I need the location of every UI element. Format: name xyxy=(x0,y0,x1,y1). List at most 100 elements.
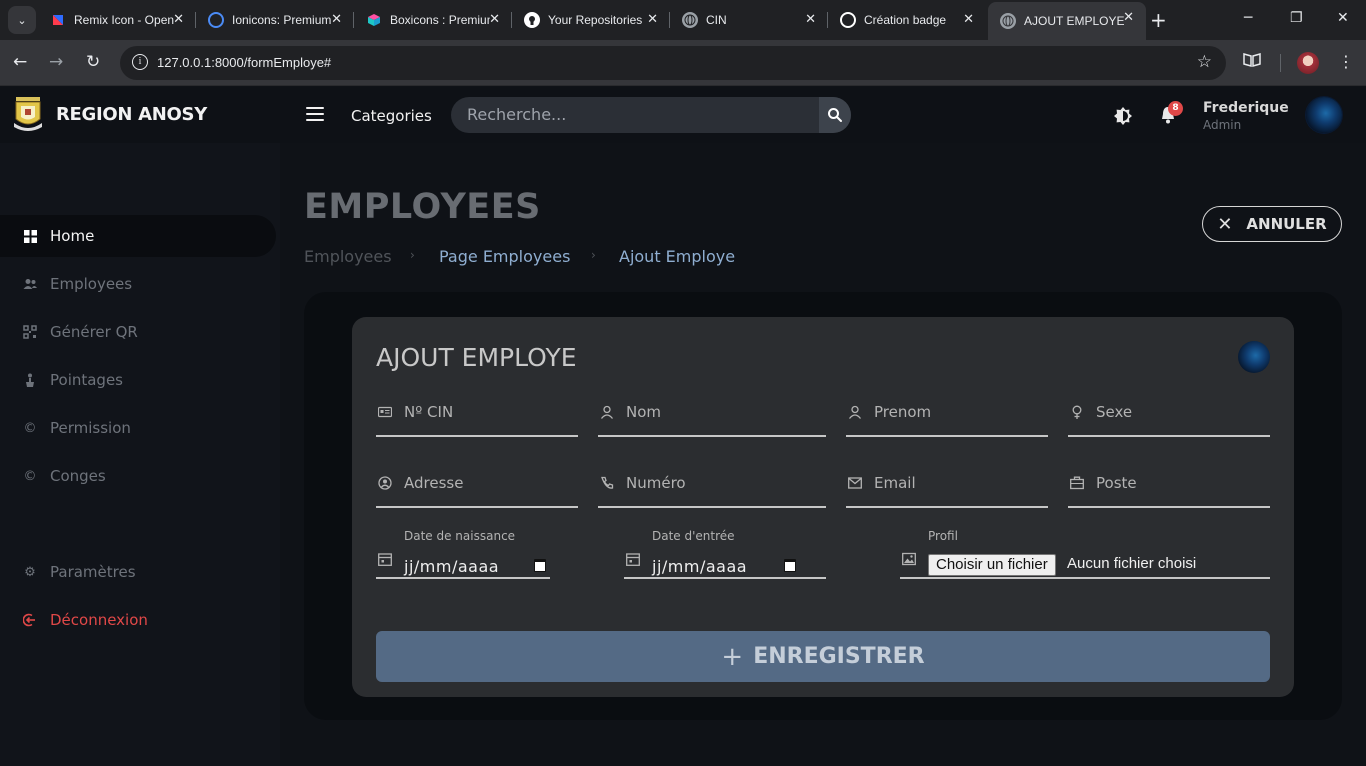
save-button[interactable]: + ENREGISTRER xyxy=(376,631,1270,682)
tab-title: AJOUT EMPLOYE xyxy=(1024,14,1124,28)
sidebar-item-label: Pointages xyxy=(50,371,124,389)
close-tab-icon[interactable]: ✕ xyxy=(963,12,974,27)
browser-tab-bar: ⌄ Remix Icon - Open ✕ Ionicons: Premium … xyxy=(0,0,1366,40)
sidebar-item-deconnexion[interactable]: Déconnexion xyxy=(10,599,276,641)
email-field[interactable]: Email xyxy=(846,464,1048,508)
browser-tab[interactable]: Boxicons : Premium ✕ xyxy=(354,4,512,36)
github-icon xyxy=(524,12,540,28)
sidebar-item-label: Conges xyxy=(50,467,106,485)
sidebar-item-generer-qr[interactable]: Générer QR xyxy=(10,311,276,353)
prenom-field[interactable]: Prenom xyxy=(846,393,1048,437)
employee-form: AJOUT EMPLOYE Nº CIN Nom Prenom Sexe Adr… xyxy=(352,317,1294,697)
sidebar-item-permission[interactable]: © Permission xyxy=(10,407,276,449)
adresse-label: Adresse xyxy=(404,474,464,492)
site-info-icon[interactable]: i xyxy=(132,54,148,70)
sidebar-item-conges[interactable]: © Conges xyxy=(10,455,276,497)
close-tab-icon[interactable]: ✕ xyxy=(1123,10,1134,25)
profile-avatar[interactable] xyxy=(1297,52,1319,74)
remix-icon xyxy=(50,12,66,28)
cin-field[interactable]: Nº CIN xyxy=(376,393,578,437)
bookmark-star-icon[interactable]: ☆ xyxy=(1197,52,1212,72)
sidebar-item-label: Permission xyxy=(50,419,131,437)
sidebar-item-pointages[interactable]: Pointages xyxy=(10,359,276,401)
nom-field[interactable]: Nom xyxy=(598,393,826,437)
back-icon[interactable]: ← xyxy=(13,52,27,72)
close-tab-icon[interactable]: ✕ xyxy=(489,12,500,27)
id-card-icon xyxy=(378,406,392,418)
tab-search-button[interactable]: ⌄ xyxy=(8,6,36,34)
sidebar-item-parametres[interactable]: ⚙ Paramètres xyxy=(10,551,276,593)
user-name[interactable]: Frederique xyxy=(1203,100,1289,116)
menu-dots-icon[interactable]: ⋮ xyxy=(1338,52,1354,71)
reload-icon[interactable]: ↻ xyxy=(86,52,100,72)
forward-icon[interactable]: → xyxy=(49,52,63,72)
user-role: Admin xyxy=(1203,118,1242,132)
sexe-field[interactable]: Sexe xyxy=(1068,393,1270,437)
search-button[interactable] xyxy=(819,97,851,133)
browser-tab-active[interactable]: AJOUT EMPLOYE ✕ xyxy=(988,2,1146,40)
browser-tab[interactable]: Your Repositories ✕ xyxy=(512,4,670,36)
region-logo-icon xyxy=(14,97,42,131)
plus-icon: + xyxy=(721,641,744,672)
restore-icon[interactable]: ❐ xyxy=(1290,10,1303,26)
copyright-icon: © xyxy=(23,420,37,436)
calendar-picker-icon[interactable] xyxy=(534,559,546,572)
date-entree-field[interactable]: Date d'entrée jj/mm/aaaa xyxy=(624,529,826,579)
profil-field: Profil Choisir un fichier Aucun fichier … xyxy=(900,529,1270,579)
close-window-icon[interactable]: ✕ xyxy=(1337,10,1349,26)
user-icon xyxy=(848,405,862,419)
copyright-icon: © xyxy=(23,468,37,484)
new-tab-icon[interactable]: + xyxy=(1150,8,1167,32)
cancel-label: ANNULER xyxy=(1246,215,1327,233)
reading-list-icon[interactable] xyxy=(1242,52,1262,72)
close-tab-icon[interactable]: ✕ xyxy=(805,12,816,27)
categories-label[interactable]: Categories xyxy=(351,107,432,125)
tab-title: CIN xyxy=(706,13,727,27)
sidebar-item-label: Home xyxy=(50,227,95,245)
cancel-button[interactable]: ✕ ANNULER xyxy=(1202,206,1342,242)
poste-field[interactable]: Poste xyxy=(1068,464,1270,508)
theme-toggle-icon[interactable] xyxy=(1114,107,1132,125)
sidebar-item-employees[interactable]: Employees xyxy=(10,263,276,305)
choose-file-button[interactable]: Choisir un fichier xyxy=(928,554,1056,576)
close-tab-icon[interactable]: ✕ xyxy=(647,12,658,27)
boxicons-icon xyxy=(366,12,382,28)
sidebar-item-label: Générer QR xyxy=(50,323,138,341)
nom-label: Nom xyxy=(626,403,662,421)
browser-tab[interactable]: CIN ✕ xyxy=(670,4,828,36)
cin-label: Nº CIN xyxy=(404,403,454,421)
browser-tab[interactable]: Remix Icon - Open ✕ xyxy=(38,4,196,36)
adresse-field[interactable]: Adresse xyxy=(376,464,578,508)
search-input[interactable] xyxy=(467,105,807,124)
pointer-icon xyxy=(22,372,38,388)
calendar-icon xyxy=(626,553,640,566)
menu-toggle-icon[interactable] xyxy=(306,107,324,121)
browser-tab[interactable]: Ionicons: Premium ✕ xyxy=(196,4,354,36)
profil-label: Profil xyxy=(928,529,958,543)
openai-icon xyxy=(840,12,856,28)
prenom-label: Prenom xyxy=(874,403,932,421)
page-title: EMPLOYEES xyxy=(304,187,541,227)
sidebar-item-home[interactable]: Home xyxy=(0,215,276,257)
tab-title: Ionicons: Premium xyxy=(232,13,332,27)
sexe-label: Sexe xyxy=(1096,403,1133,421)
user-avatar[interactable] xyxy=(1306,97,1342,133)
close-tab-icon[interactable]: ✕ xyxy=(331,12,342,27)
logout-icon xyxy=(22,612,38,628)
briefcase-icon xyxy=(1070,476,1084,490)
numero-field[interactable]: Numéro xyxy=(598,464,826,508)
close-tab-icon[interactable]: ✕ xyxy=(173,12,184,27)
minimize-icon[interactable]: ─ xyxy=(1244,10,1252,26)
browser-tab[interactable]: Création badge ✕ xyxy=(828,4,986,36)
sidebar-item-label: Employees xyxy=(50,275,133,293)
breadcrumb-item-current: Ajout Employe xyxy=(619,247,736,266)
breadcrumb-item[interactable]: Page Employees xyxy=(439,247,570,266)
date-naissance-field[interactable]: Date de naissance jj/mm/aaaa xyxy=(376,529,550,579)
sidebar-item-label: Paramètres xyxy=(50,563,136,581)
search-bar xyxy=(451,97,851,133)
address-bar[interactable]: i 127.0.0.1:8000/formEmploye# ☆ xyxy=(120,46,1226,80)
breadcrumb-item[interactable]: Employees xyxy=(304,247,392,266)
grid-icon xyxy=(22,228,38,244)
date-entree-value: jj/mm/aaaa xyxy=(652,557,748,576)
calendar-picker-icon[interactable] xyxy=(784,559,796,572)
